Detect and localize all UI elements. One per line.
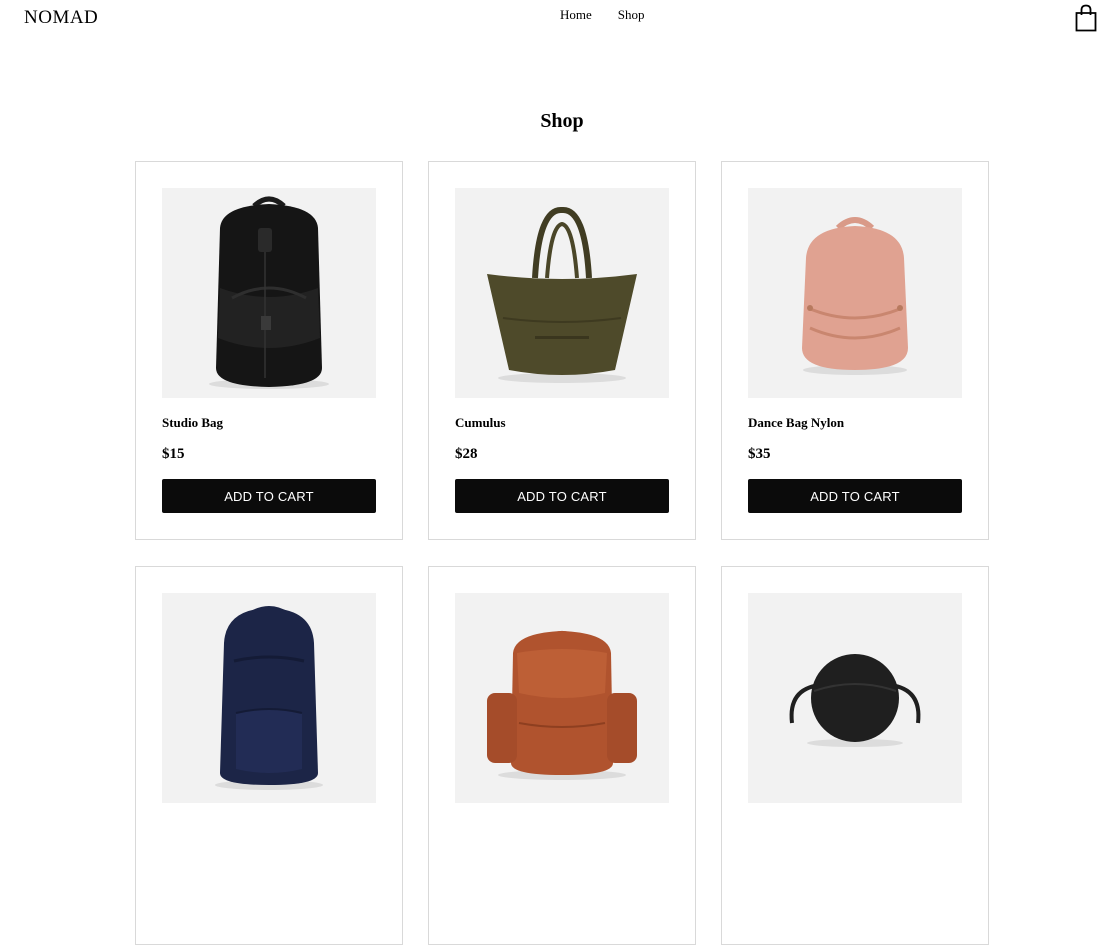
product-name[interactable]: Dance Bag Nylon: [748, 415, 844, 431]
product-card: [721, 566, 989, 945]
add-to-cart-button[interactable]: ADD TO CART: [162, 479, 376, 513]
product-grid: Studio Bag $15 ADD TO CART Cumulus $28 A…: [135, 161, 989, 945]
navy-backpack-icon: [162, 593, 376, 803]
add-to-cart-button[interactable]: ADD TO CART: [748, 479, 962, 513]
product-name[interactable]: Cumulus: [455, 415, 506, 431]
product-card: [428, 566, 696, 945]
pink-backpack-icon: [748, 188, 962, 398]
shopping-bag-icon[interactable]: [1075, 4, 1097, 32]
product-card: [135, 566, 403, 945]
brand-logo[interactable]: NOMAD: [24, 7, 98, 29]
black-backpack-icon: [162, 188, 376, 398]
product-image[interactable]: [162, 593, 376, 803]
main-nav: Home Shop: [560, 7, 645, 23]
product-price: $28: [455, 446, 478, 462]
product-image[interactable]: [162, 188, 376, 398]
nav-shop-link[interactable]: Shop: [618, 7, 645, 23]
product-card: Dance Bag Nylon $35 ADD TO CART: [721, 161, 989, 540]
product-image[interactable]: [455, 593, 669, 803]
olive-tote-icon: [455, 188, 669, 398]
round-crossbody-icon: [748, 593, 962, 803]
site-header: NOMAD Home Shop: [0, 0, 1097, 40]
product-name[interactable]: Studio Bag: [162, 415, 223, 431]
product-image[interactable]: [748, 188, 962, 398]
product-price: $15: [162, 446, 185, 462]
nav-home-link[interactable]: Home: [560, 7, 592, 23]
add-to-cart-button[interactable]: ADD TO CART: [455, 479, 669, 513]
page-title: Shop: [540, 110, 584, 132]
product-image[interactable]: [455, 188, 669, 398]
product-card: Studio Bag $15 ADD TO CART: [135, 161, 403, 540]
product-price: $35: [748, 446, 771, 462]
product-card: Cumulus $28 ADD TO CART: [428, 161, 696, 540]
rust-backpack-icon: [455, 593, 669, 803]
product-image[interactable]: [748, 593, 962, 803]
